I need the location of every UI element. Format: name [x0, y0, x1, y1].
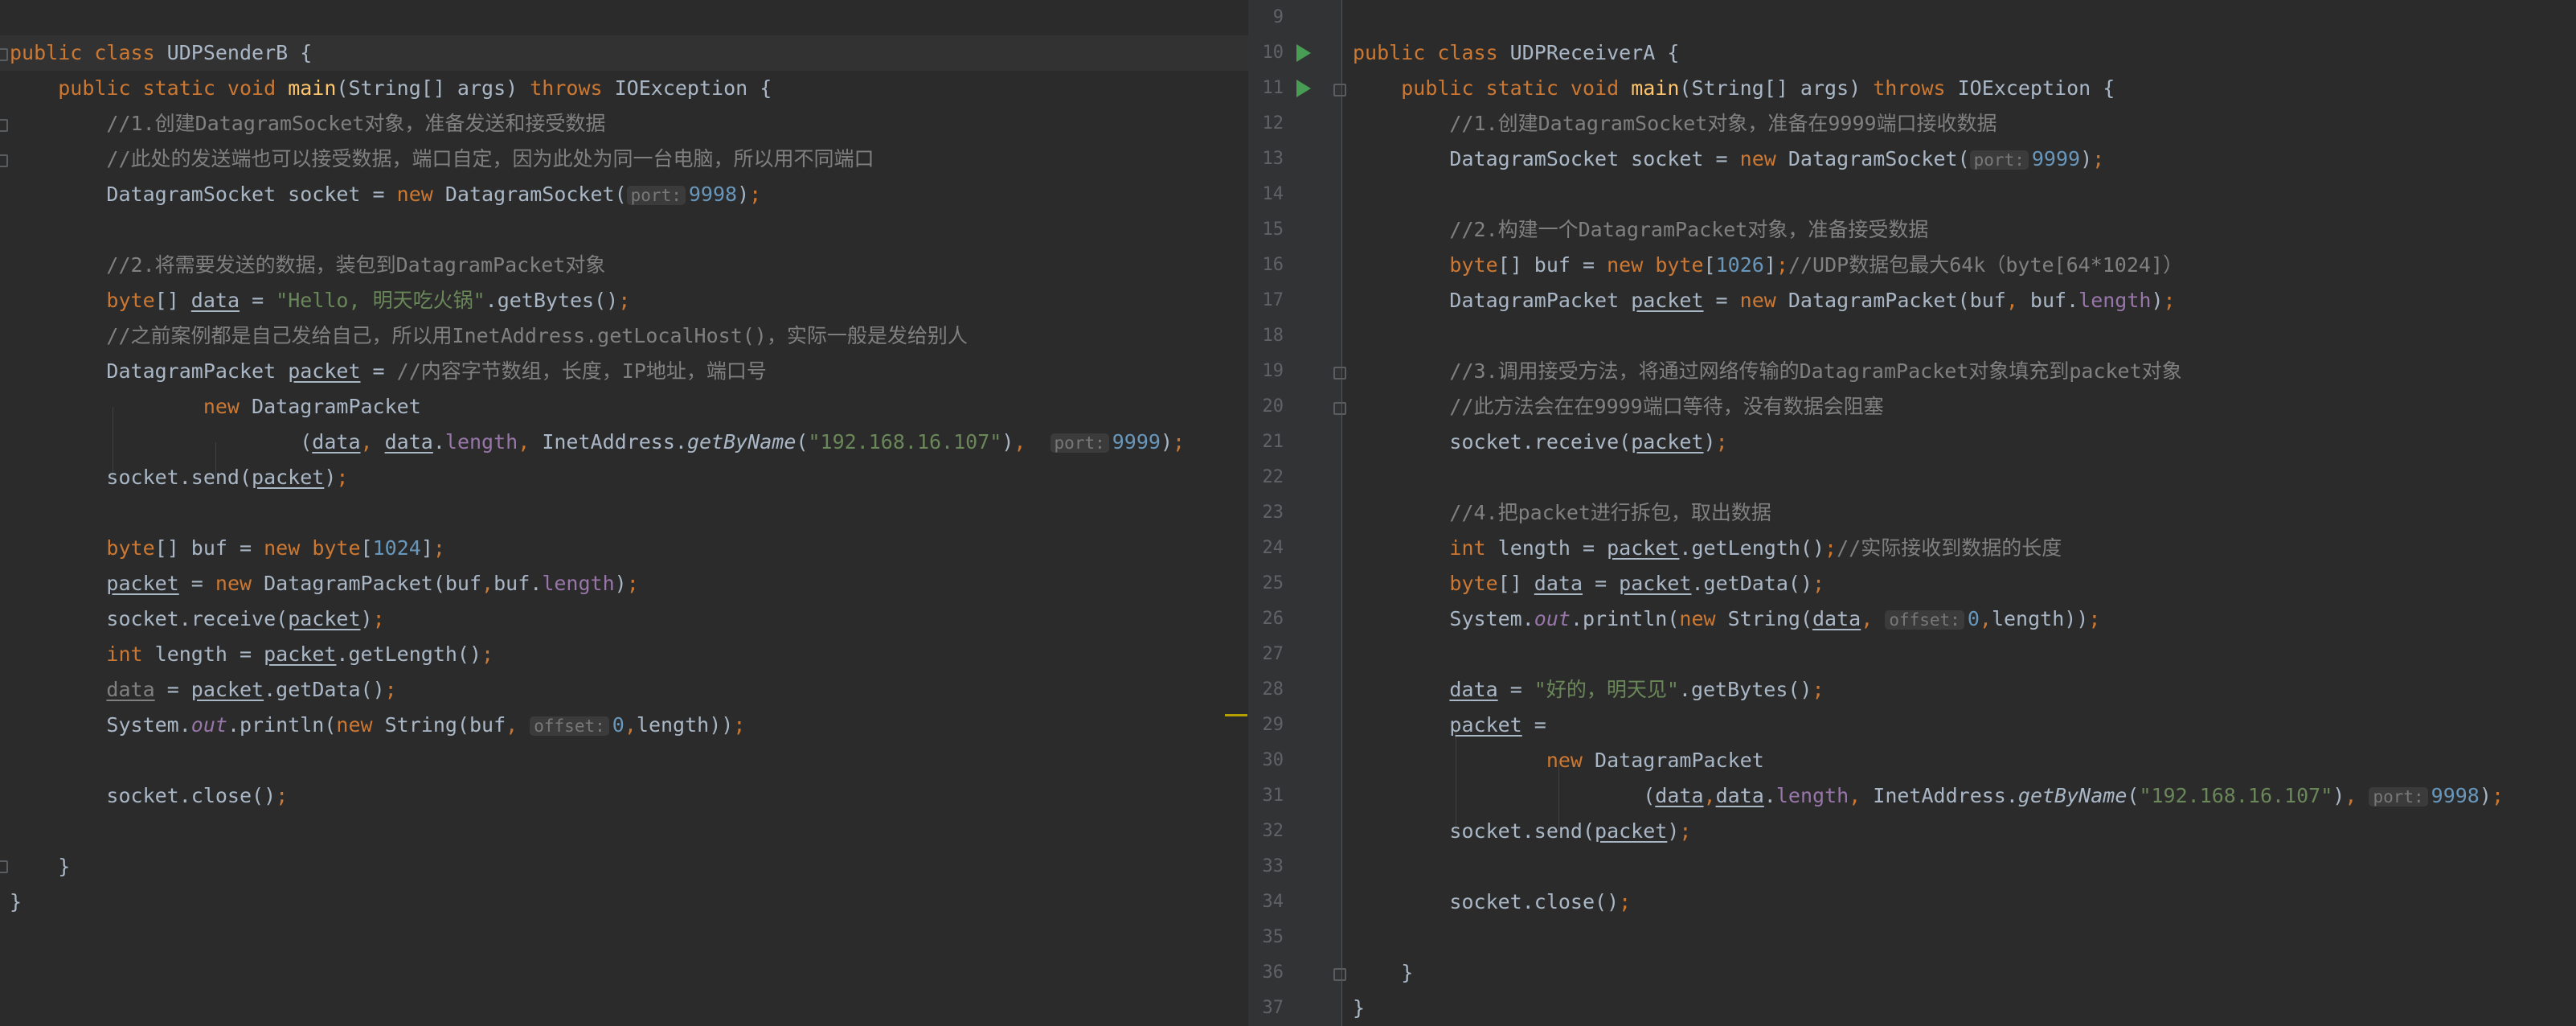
code-line: DatagramPacket packet = //内容字节数组，长度，IP地址…	[10, 359, 767, 383]
comment-line: //2.将需要发送的数据，装包到DatagramPacket对象	[106, 253, 606, 277]
code-line: packet = new DatagramPacket(buf,buf.leng…	[106, 572, 639, 595]
code-line: byte[] data = packet.getData();	[1449, 572, 1825, 595]
param-hint: offset:	[530, 716, 609, 736]
comment-line: //之前案例都是自己发给自己，所以用InetAddress.getLocalHo…	[106, 324, 968, 347]
code-line: }	[1353, 961, 1414, 984]
fold-marker-icon[interactable]	[0, 154, 8, 167]
line-number: 22	[1262, 467, 1284, 487]
line-number: 21	[1262, 432, 1284, 452]
code-line: (data, data.length, InetAddress.getByNam…	[10, 430, 1186, 453]
warning-marker[interactable]	[1225, 714, 1247, 716]
code-line: public class UDPReceiverA {	[1353, 41, 1680, 64]
line-number: 34	[1262, 892, 1284, 912]
code-line: new DatagramPacket	[1546, 749, 1764, 772]
comment-line: //1.创建DatagramSocket对象，准备发送和接受数据	[106, 112, 606, 135]
code-line: public static void main(String[] args) t…	[1401, 76, 2115, 100]
editor-pane-sender[interactable]: public class UDPSenderB { public static …	[0, 0, 1248, 1026]
line-number: 15	[1262, 220, 1284, 240]
param-hint: port:	[2369, 787, 2428, 806]
param-hint: port:	[1969, 150, 2029, 170]
code-line: data = "好的，明天见".getBytes();	[1449, 678, 1824, 701]
ide-window: public class UDPSenderB { public static …	[0, 0, 2576, 1026]
code-line: socket.receive(packet);	[10, 607, 385, 630]
run-class-icon[interactable]	[1296, 44, 1311, 62]
code-line: data = packet.getData();	[106, 678, 397, 701]
code-line: byte[] data = "Hello, 明天吃火锅".getBytes();	[106, 289, 631, 312]
line-number: 37	[1262, 998, 1284, 1018]
param-hint: port:	[1050, 433, 1109, 453]
run-main-icon[interactable]	[1296, 80, 1311, 97]
line-number-gutter[interactable]: 9 10 11 12 13 14 15 16 17 18 19 20 21 22…	[1248, 0, 1346, 1026]
code-line: }	[10, 890, 23, 913]
fold-marker-icon[interactable]	[1333, 84, 1346, 96]
code-line: socket.send(packet);	[10, 466, 349, 489]
line-number: 36	[1262, 962, 1284, 983]
line-number: 10	[1262, 43, 1284, 63]
comment-line: //1.创建DatagramSocket对象，准备在9999端口接收数据	[1449, 112, 1997, 135]
line-number: 26	[1262, 609, 1284, 629]
line-number: 25	[1262, 573, 1284, 593]
line-number: 19	[1262, 361, 1284, 381]
line-number: 13	[1262, 149, 1284, 169]
param-hint: offset:	[1885, 610, 1964, 630]
code-line: byte[] buf = new byte[1026];//UDP数据包最大64…	[1449, 253, 2184, 277]
code-line: }	[1353, 996, 1366, 1020]
comment-line: //此处的发送端也可以接受数据，端口自定，因为此处为同一台电脑，所以用不同端口	[106, 147, 874, 170]
code-line: DatagramPacket packet = new DatagramPack…	[1353, 289, 2176, 312]
fold-marker-icon[interactable]	[0, 860, 8, 873]
code-line: socket.receive(packet);	[1353, 430, 1728, 453]
fold-marker-icon[interactable]	[1333, 402, 1346, 415]
line-number: 35	[1262, 927, 1284, 947]
code-line: int length = packet.getLength();	[106, 642, 494, 666]
fold-marker-icon[interactable]	[1333, 367, 1346, 380]
editor-pane-receiver[interactable]: 9 10 11 12 13 14 15 16 17 18 19 20 21 22…	[1248, 0, 2576, 1026]
code-line: socket.close();	[10, 784, 289, 807]
line-number: 12	[1262, 113, 1284, 133]
line-number: 20	[1262, 396, 1284, 417]
line-number: 16	[1262, 255, 1284, 275]
comment-line: //4.把packet进行拆包，取出数据	[1449, 501, 1771, 524]
line-number: 32	[1262, 821, 1284, 841]
code-line: (data,data.length, InetAddress.getByName…	[1353, 784, 2504, 807]
code-line: socket.close();	[1353, 890, 1632, 913]
code-line: int length = packet.getLength();//实际接收到数…	[1449, 536, 2062, 560]
line-number: 18	[1262, 326, 1284, 346]
comment-line: //此方法会在在9999端口等待，没有数据会阻塞	[1449, 395, 1884, 418]
class-name: UDPReceiverA	[1509, 41, 1656, 64]
line-number: 24	[1262, 538, 1284, 558]
code-line: public class UDPSenderB {	[10, 41, 313, 64]
code-line: System.out.println(new String(buf, offse…	[10, 713, 746, 737]
fold-marker-icon[interactable]	[0, 48, 8, 61]
code-line: DatagramSocket socket = new DatagramSock…	[10, 183, 762, 206]
class-name: UDPSenderB	[166, 41, 289, 64]
gutter-separator	[1341, 0, 1342, 1026]
code-line: }	[10, 855, 71, 878]
line-number: 33	[1262, 856, 1284, 876]
code-line: public static void main(String[] args) t…	[58, 76, 772, 100]
code-line: DatagramSocket socket = new DatagramSock…	[1353, 147, 2105, 170]
line-number: 27	[1262, 644, 1284, 664]
code-line: System.out.println(new String(data, offs…	[1353, 607, 2101, 630]
comment-line: //2.构建一个DatagramPacket对象，准备接受数据	[1449, 218, 1929, 241]
fold-marker-icon[interactable]	[0, 119, 8, 132]
code-line: new DatagramPacket	[203, 395, 421, 418]
fold-marker-icon[interactable]	[1333, 968, 1346, 981]
code-line: socket.send(packet);	[1353, 819, 1692, 843]
code-line: byte[] buf = new byte[1024];	[106, 536, 445, 560]
line-number: 17	[1262, 290, 1284, 310]
param-hint: port:	[626, 186, 686, 205]
line-number: 29	[1262, 715, 1284, 735]
line-number: 14	[1262, 184, 1284, 204]
line-number: 30	[1262, 750, 1284, 770]
line-number: 28	[1262, 679, 1284, 700]
line-number: 9	[1272, 7, 1284, 27]
line-number: 23	[1262, 503, 1284, 523]
line-number: 11	[1262, 78, 1284, 98]
line-number: 31	[1262, 786, 1284, 806]
comment-line: //3.调用接受方法，将通过网络传输的DatagramPacket对象填充到pa…	[1449, 359, 2182, 383]
code-line: packet =	[1449, 713, 1546, 737]
